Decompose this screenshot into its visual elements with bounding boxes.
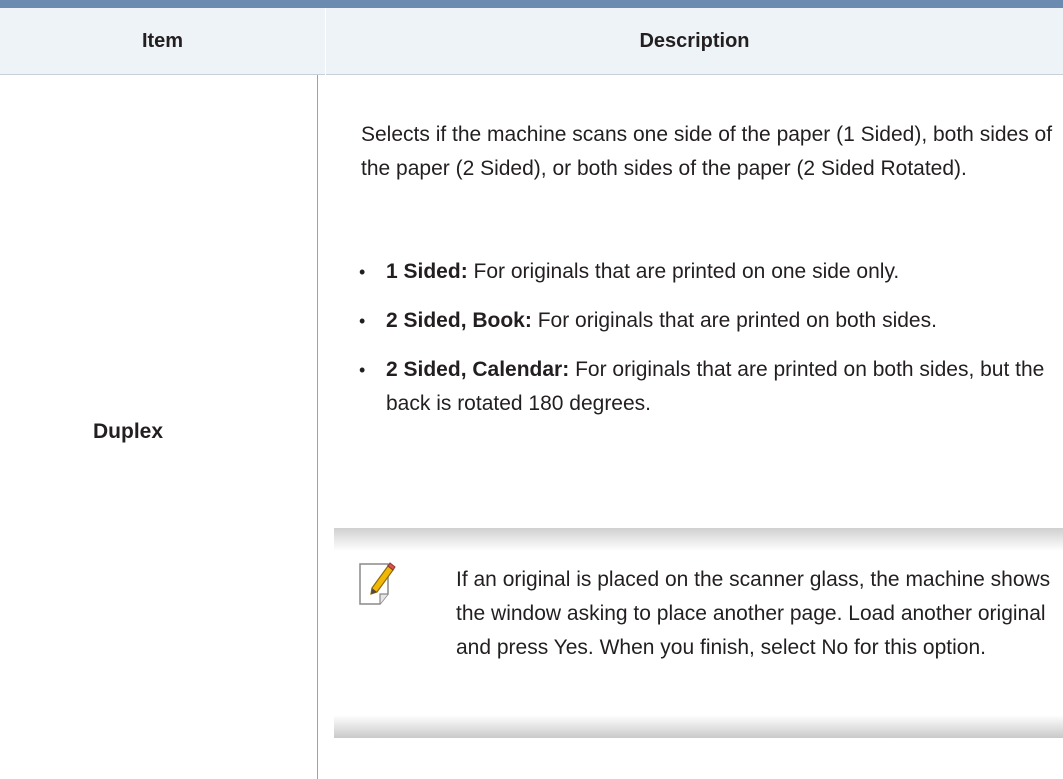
- note-box: If an original is placed on the scanner …: [334, 528, 1063, 738]
- bullet-icon: •: [359, 262, 366, 282]
- table-top-rule: [0, 0, 1063, 8]
- description-paragraph: Selects if the machine scans one side of…: [361, 123, 1053, 180]
- option-text: For originals that are printed on one si…: [473, 260, 900, 283]
- note-text: If an original is placed on the scanner …: [456, 568, 1051, 659]
- column-divider: [317, 75, 318, 779]
- option-text: For originals that are printed on both s…: [537, 309, 937, 332]
- list-item: • 2 Sided, Calendar: For originals that …: [359, 353, 1061, 421]
- list-item: • 1 Sided: For originals that are printe…: [359, 255, 1061, 289]
- option-term: 2 Sided, Calendar:: [386, 358, 570, 381]
- list-item: • 2 Sided, Book: For originals that are …: [359, 304, 1061, 338]
- header-divider: [0, 74, 1063, 75]
- header-item: Item: [141, 30, 184, 52]
- option-term: 2 Sided, Book:: [386, 309, 532, 332]
- bullet-icon: •: [359, 360, 366, 380]
- note-bottom-band: [334, 715, 1063, 738]
- header-description: Description: [639, 30, 750, 52]
- bullet-icon: •: [359, 311, 366, 331]
- option-term: 1 Sided:: [386, 260, 468, 283]
- note-top-band: [334, 528, 1063, 551]
- item-name: Duplex: [93, 420, 164, 443]
- note-pencil-icon: [358, 562, 398, 606]
- option-list: • 1 Sided: For originals that are printe…: [359, 255, 1061, 436]
